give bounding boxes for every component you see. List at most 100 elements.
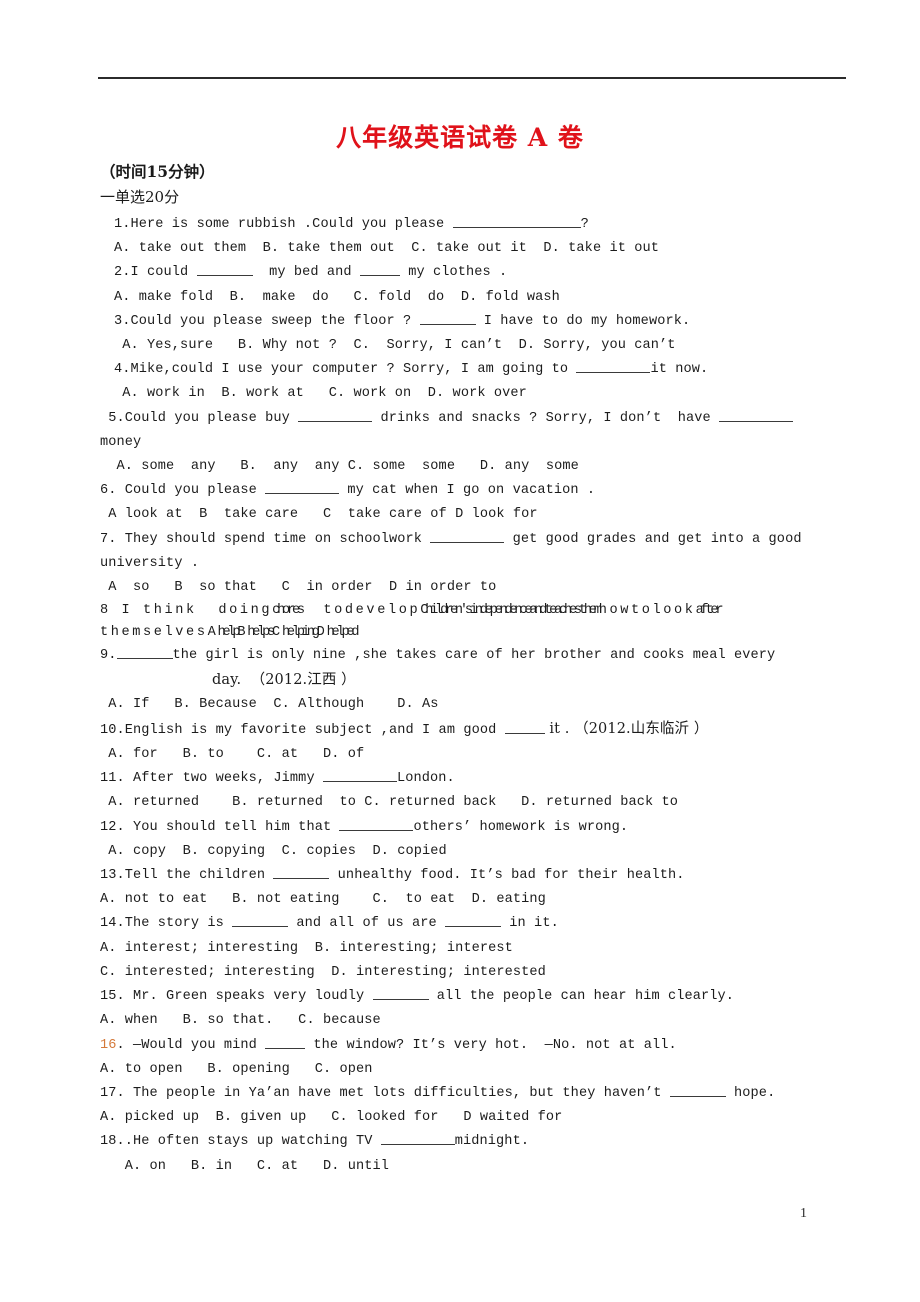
- q18-stem-b: midnight.: [454, 1134, 530, 1150]
- q8-fragment-k: how: [598, 603, 632, 619]
- q8-fragment-c: chores: [272, 603, 305, 619]
- question-1-stem: 1.Here is some rubbish .Could you please…: [100, 213, 860, 237]
- question-13-stem: 13.Tell the children unhealthy food. It’…: [100, 864, 860, 888]
- time-note: （时间15分钟）: [100, 162, 215, 181]
- q2-blank-2: [359, 262, 400, 277]
- q14-blank-1: [232, 913, 289, 928]
- question-4-stem: 4.Mike,could I use your computer ? Sorry…: [100, 358, 860, 382]
- question-17-stem: 17. The people in Ya’an have met lots di…: [100, 1082, 860, 1106]
- q7-stem-b: get good grades and get into a good: [504, 531, 802, 547]
- q8-fragment-l: to: [631, 603, 653, 619]
- q3-stem-a: 3.Could you please sweep the floor ?: [114, 313, 420, 329]
- q10-stem-a: 10.English is my favorite subject ,and I…: [100, 722, 505, 738]
- q5-blank-1: [298, 408, 373, 422]
- q4-blank: [576, 359, 651, 374]
- q8-fragment-a: 8 I think: [100, 603, 197, 619]
- question-8-stem: 8 I think doingchores todevelopChildren'…: [100, 600, 860, 622]
- q1-stem-tail: ?: [580, 217, 589, 232]
- q16-number: 16: [100, 1037, 117, 1053]
- q17-stem-b: hope.: [725, 1085, 776, 1101]
- q10-stem-b: it . （2012.山东临沂 ）: [544, 720, 709, 737]
- q16-stem-b: the window? It’s very hot. —No. not at a…: [305, 1037, 677, 1053]
- q8-fragment-g: independence: [469, 603, 533, 619]
- q12-stem-a: 12. You should tell him that: [100, 819, 340, 835]
- header-rule: [98, 77, 846, 79]
- q8-fragment-n: after: [695, 603, 724, 619]
- q8-option-d: D helped: [316, 625, 360, 641]
- q5-stem-a: 5.Could you please buy: [100, 410, 299, 426]
- question-5-options: A. some any B. any any C. some some D. a…: [100, 459, 579, 475]
- q18-stem-a: 18..He often stays up watching TV: [100, 1134, 381, 1150]
- q15-stem-a: 15. Mr. Green speaks very loudly: [100, 989, 373, 1005]
- q14-stem-c: in it.: [501, 916, 559, 932]
- q13-stem-a: 13.Tell the children: [100, 868, 274, 884]
- q10-blank: [504, 720, 545, 734]
- q17-stem-a: 17. The people in Ya’an have met lots di…: [100, 1085, 670, 1101]
- q8-fragment-o: themselves: [100, 625, 208, 641]
- question-12-stem: 12. You should tell him that others’ hom…: [100, 816, 860, 840]
- q11-stem-a: 11. After two weeks, Jimmy: [100, 771, 323, 787]
- q8-fragment-b: doing: [218, 603, 273, 619]
- question-9-stem: 9. the girl is only nine ,she takes care …: [100, 644, 860, 668]
- q7-blank: [430, 529, 505, 543]
- question-7-stem: 7. They should spend time on schoolwork …: [100, 528, 860, 552]
- question-list: 1.Here is some rubbish .Could you please…: [100, 213, 860, 1179]
- question-5-stem-wrap: money: [100, 434, 142, 450]
- q1-stem-text: 1.Here is some rubbish .Could you please: [114, 217, 453, 232]
- q9-stem-b: the girl is only nine ,she takes care of…: [172, 648, 776, 664]
- q8-fragment-m: look: [652, 603, 696, 619]
- q2-stem-c: my clothes .: [399, 265, 508, 281]
- q12-stem-b: others’ homework is wrong.: [413, 819, 629, 835]
- q11-blank: [322, 768, 397, 783]
- question-16-options: A. to open B. opening C. open: [100, 1061, 373, 1077]
- question-11-options: A. returned B. returned to C. returned b…: [100, 795, 679, 811]
- question-3-options: A. Yes,sure B. Why not ? C. Sorry, I can…: [114, 338, 676, 354]
- q6-stem-b: my cat when I go on vacation .: [339, 483, 596, 499]
- q13-blank: [273, 865, 330, 880]
- q9-blank: [116, 645, 173, 660]
- question-3-stem: 3.Could you please sweep the floor ? I h…: [100, 310, 860, 334]
- q2-stem-a: 2.I could: [114, 265, 197, 281]
- q8-option-b: B helps: [237, 625, 275, 641]
- question-14-stem: 14.The story is and all of us are in it.: [100, 912, 860, 936]
- question-12-options: A. copy B. copying C. copies D. copied: [100, 843, 447, 859]
- page-title: 八年级英语试卷 A 卷: [336, 123, 584, 152]
- question-9-stem-wrap: day. （2012.江西 ）: [212, 672, 356, 689]
- question-15-stem: 15. Mr. Green speaks very loudly all the…: [100, 985, 860, 1009]
- page-number: 1: [800, 1206, 807, 1221]
- q14-blank-2: [445, 913, 502, 928]
- q8-fragment-j: them: [578, 603, 602, 619]
- q18-blank: [380, 1131, 455, 1146]
- question-2-stem: 2.I could my bed and my clothes .: [100, 261, 860, 285]
- q8-fragment-f: Children's: [420, 603, 473, 619]
- question-1-options: A. take out them B. take them out C. tak…: [114, 241, 659, 257]
- question-15-options: A. when B. so that. C. because: [100, 1013, 381, 1029]
- q1-blank: [452, 214, 581, 228]
- question-5-stem: 5.Could you please buy drinks and snacks…: [100, 407, 860, 431]
- q2-stem-b: my bed and: [252, 265, 360, 281]
- q12-blank: [339, 817, 414, 831]
- q15-blank: [372, 986, 429, 1001]
- document-page: 八年级英语试卷 A 卷 （时间15分钟） 一单选20分 1.Here is so…: [0, 0, 920, 1302]
- document-body: （时间15分钟） 一单选20分 1.Here is some rubbish .…: [100, 160, 860, 1179]
- question-14-options-row-2: C. interested; interesting D. interestin…: [100, 964, 546, 980]
- question-18-stem: 18..He often stays up watching TV midnig…: [100, 1130, 860, 1154]
- q8-fragment-h: and: [529, 603, 547, 619]
- q4-stem-a: 4.Mike,could I use your computer ? Sorry…: [114, 362, 577, 378]
- question-10-stem: 10.English is my favorite subject ,and I…: [100, 717, 860, 743]
- q2-blank-1: [196, 262, 253, 277]
- q8-option-c: C helping: [272, 625, 320, 641]
- q6-stem-a: 6. Could you please: [100, 483, 266, 499]
- question-9-options: A. If B. Because C. Although D. As: [100, 696, 439, 712]
- question-13-options: A. not to eat B. not eating C. to eat D.…: [100, 892, 546, 908]
- q13-stem-b: unhealthy food. It’s bad for their healt…: [329, 868, 685, 884]
- question-10-options: A. for B. to C. at D. of: [100, 747, 365, 763]
- q8-fragment-i: teaches: [544, 603, 582, 619]
- q8-fragment-d: to: [323, 603, 345, 619]
- section-heading: 一单选20分: [100, 188, 180, 206]
- q3-blank: [419, 311, 476, 325]
- question-16-stem: 16. —Would you mind the window? It’s ver…: [100, 1034, 860, 1058]
- question-8-options: themselvesA helpB helpsC helpingD helped: [100, 622, 860, 644]
- q6-blank: [265, 480, 340, 495]
- q14-stem-a: 14.The story is: [100, 916, 233, 932]
